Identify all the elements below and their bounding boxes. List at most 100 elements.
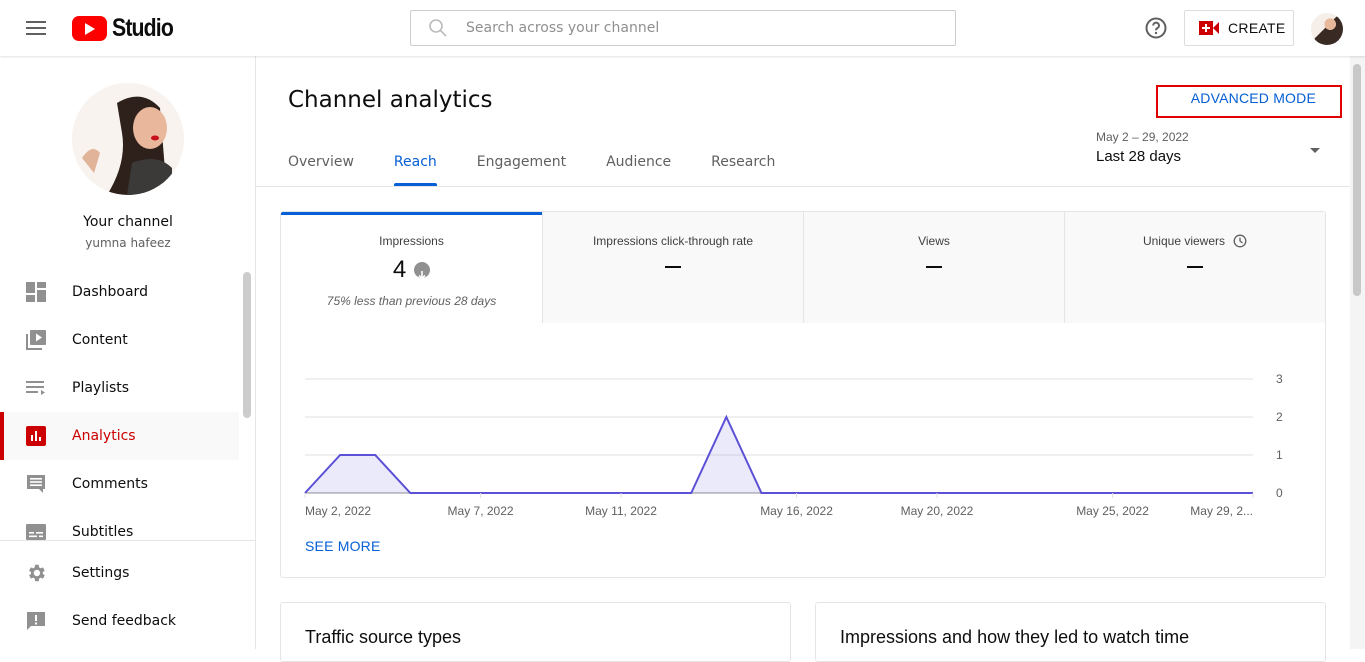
metric-views[interactable]: Views [803,212,1064,323]
metric-unique-viewers[interactable]: Unique viewers [1064,212,1325,323]
tabs-divider [256,186,1350,187]
data-point [443,491,447,495]
data-point [900,491,904,495]
sidebar-item-settings[interactable]: Settings [0,549,239,597]
youtube-logo-icon [72,16,107,41]
menu-icon[interactable] [24,18,48,38]
x-tick-label: May 25, 2022 [1076,504,1149,518]
data-point [338,453,342,457]
advanced-mode-highlight: ADVANCED MODE [1156,85,1342,118]
dashboard-icon [24,280,48,304]
data-point [830,491,834,495]
data-point [1146,491,1150,495]
metric-tabs: Impressions 4 75% less than previous 28 … [281,212,1325,323]
clock-icon[interactable] [1233,234,1247,248]
sidebar-item-playlists[interactable]: Playlists [0,364,239,412]
settings-icon [24,561,48,585]
traffic-source-card: Traffic source types [280,602,791,662]
impressions-chart-svg: 0 1 2 3 May 2, 2022 May 7, 2022 May 11, 2022 Ma… [304,372,1283,518]
see-more-link[interactable]: SEE MORE [305,538,381,554]
date-range-dates: May 2 – 29, 2022 [1096,130,1189,144]
data-point [1040,491,1044,495]
sidebar-item-label: Dashboard [72,284,148,300]
youtube-studio-logo[interactable]: Studio [72,14,184,43]
metric-empty-value [665,266,681,268]
advanced-mode-button[interactable]: ADVANCED MODE [1191,90,1316,106]
sidebar-item-send-feedback[interactable]: Send feedback [0,597,239,645]
sidebar-item-label: Subtitles [72,524,134,540]
account-avatar[interactable] [1311,13,1343,45]
data-point [689,491,693,495]
card-title: Impressions and how they led to watch ti… [840,627,1190,647]
playlists-icon [24,376,48,400]
search-icon [429,19,447,37]
tab-audience[interactable]: Audience [606,146,671,186]
channel-avatar-image [72,83,184,195]
sidebar-item-label: Settings [72,565,130,581]
data-point [865,491,869,495]
metric-empty-value [1187,266,1203,268]
sidebar-item-analytics[interactable]: Analytics [0,412,239,460]
sidebar-item-dashboard[interactable]: Dashboard [0,268,239,316]
channel-title: Your channel [83,214,173,230]
x-tick-label: May 2, 2022 [305,504,371,518]
y-tick-label: 2 [1276,410,1283,424]
impressions-chart: 0 1 2 3 May 2, 2022 May 7, 2022 May 11, 2022 Ma… [281,323,1325,577]
x-tick-label: May 29, 2... [1190,504,1253,518]
reach-chart-card: Impressions 4 75% less than previous 28 … [280,211,1326,578]
sidebar-nav: Dashboard Content Playlists Analytics Co… [0,268,239,556]
data-point [1075,491,1079,495]
help-icon[interactable] [1144,16,1168,40]
y-tick-label: 1 [1276,448,1283,462]
channel-name: yumna hafeez [85,236,171,250]
metric-comparison-note: 75% less than previous 28 days [326,294,497,308]
search-input[interactable] [466,20,926,36]
page-scrollbar-thumb[interactable] [1353,64,1361,296]
metric-empty-value [926,266,942,268]
metric-value: 4 [392,256,407,283]
data-point [970,491,974,495]
data-point [654,491,658,495]
metric-label: Impressions [379,234,444,248]
metric-impressions[interactable]: Impressions 4 75% less than previous 28 … [281,212,542,323]
create-button[interactable]: CREATE [1184,10,1294,46]
tab-research[interactable]: Research [711,146,775,186]
sidebar-bottom-nav: Settings Send feedback [0,549,239,645]
sidebar-item-label: Comments [72,476,148,492]
impressions-watch-time-card: Impressions and how they led to watch ti… [815,602,1326,662]
content-icon [24,328,48,352]
data-point [1216,491,1220,495]
x-tick-label: May 11, 2022 [585,504,657,518]
tab-engagement[interactable]: Engagement [477,146,566,186]
x-tick-label: May 20, 2022 [901,504,974,518]
analytics-tabs: Overview Reach Engagement Audience Resea… [288,146,815,186]
data-point [549,491,553,495]
comments-icon [24,472,48,496]
dropdown-caret-icon [1310,148,1320,153]
sidebar-item-content[interactable]: Content [0,316,239,364]
sidebar-item-comments[interactable]: Comments [0,460,239,508]
x-tick-label: May 16, 2022 [760,504,833,518]
sidebar-item-label: Playlists [72,380,130,396]
data-point [373,453,377,457]
y-tick-label: 3 [1276,372,1283,386]
main-content: Channel analytics ADVANCED MODE Overview… [256,56,1350,662]
sidebar-scrollbar[interactable] [243,272,251,418]
data-point [514,491,518,495]
metric-value-row: 4 [281,256,542,284]
analytics-icon [24,424,48,448]
card-title: Traffic source types [305,627,462,647]
data-point [1005,491,1009,495]
metric-label: Impressions click-through rate [592,234,754,248]
page-title: Channel analytics [288,87,493,113]
x-tick-label: May 7, 2022 [448,504,514,518]
channel-avatar[interactable] [72,83,184,195]
metric-label: Unique viewers [1142,234,1226,248]
tab-overview[interactable]: Overview [288,146,354,186]
tab-reach[interactable]: Reach [393,146,437,186]
date-range-picker[interactable]: May 2 – 29, 2022 Last 28 days [1096,130,1324,174]
search-box[interactable] [410,10,956,46]
page-scrollbar[interactable] [1350,56,1365,649]
metric-ctr[interactable]: Impressions click-through rate [542,212,803,323]
sidebar-item-label: Analytics [72,428,136,444]
